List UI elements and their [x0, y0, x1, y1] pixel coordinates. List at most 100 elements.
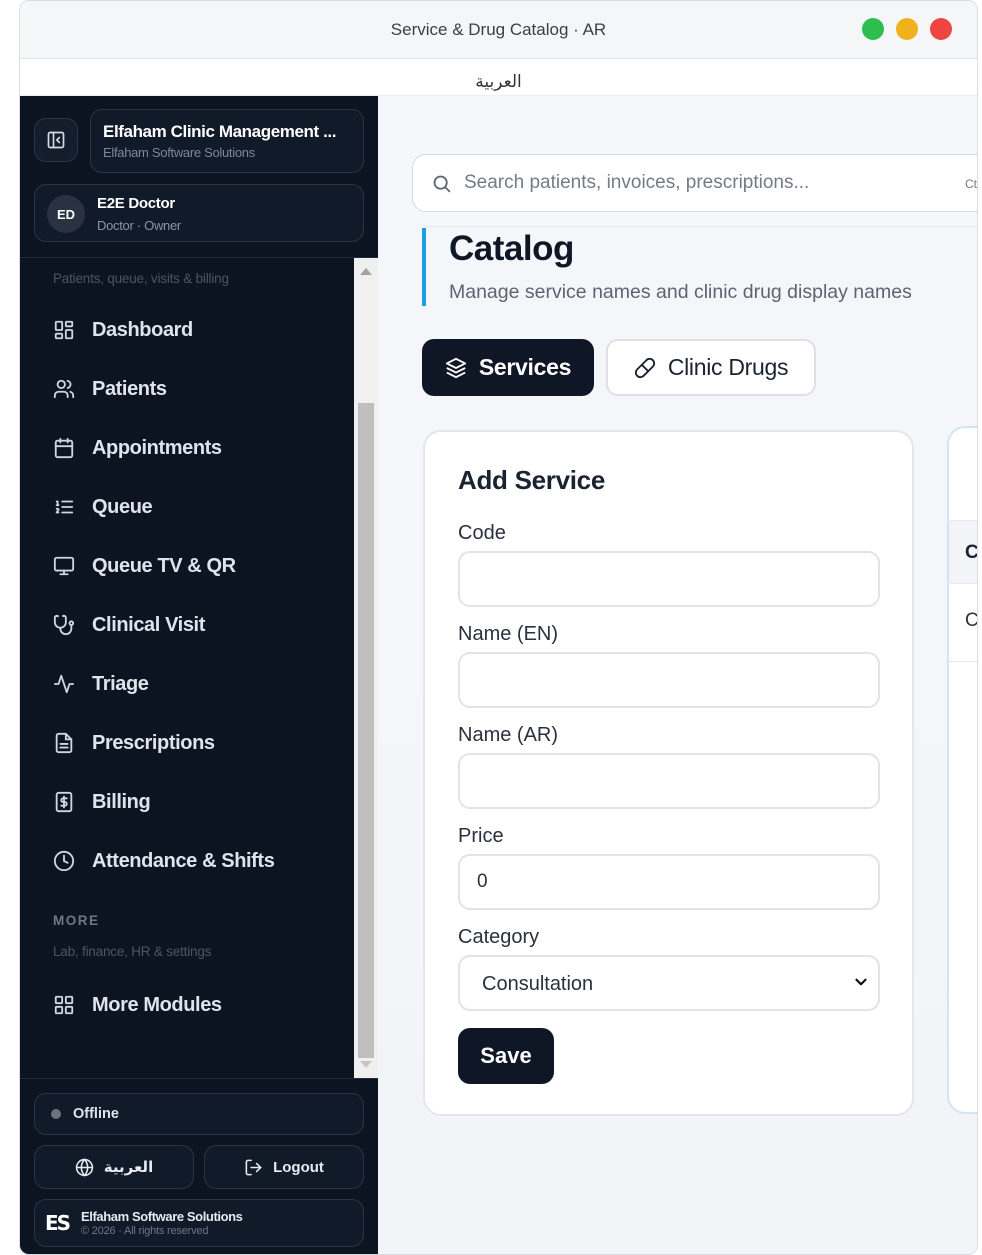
sidebar-item-label: Queue TV & QR — [92, 554, 236, 577]
connection-status: Offline — [34, 1093, 364, 1135]
code-label: Code — [458, 522, 506, 544]
save-button[interactable]: Save — [458, 1028, 554, 1084]
stethoscope-icon — [52, 613, 76, 637]
sidebar-item-more-modules[interactable]: More Modules — [40, 981, 340, 1029]
sidebar-item-label: Clinical Visit — [92, 613, 205, 636]
sidebar-item-appointments[interactable]: Appointments — [40, 424, 340, 472]
tab-label: Clinic Drugs — [667, 354, 789, 380]
tab-clinic-drugs[interactable]: Clinic Drugs — [606, 339, 816, 396]
price-label: Price — [458, 825, 504, 847]
minimize-button[interactable] — [896, 18, 918, 40]
maximize-button[interactable] — [862, 18, 884, 40]
add-service-card: Add Service Code Name (EN) Name (AR) Pri… — [423, 430, 914, 1116]
window-title: Service & Drug Catalog · AR — [390, 20, 607, 39]
sidebar-item-queue-tv[interactable]: Queue TV & QR — [40, 542, 340, 590]
sidebar-item-prescriptions[interactable]: Prescriptions — [40, 719, 340, 767]
logout-button[interactable]: Logout — [204, 1145, 364, 1189]
name-en-label: Name (EN) — [458, 623, 559, 645]
category-select[interactable]: Consultation — [458, 955, 880, 1011]
name-en-field[interactable] — [458, 652, 880, 708]
sidebar-item-label: Queue — [92, 495, 153, 518]
header-divider — [424, 226, 977, 227]
sidebar-item-label: Triage — [92, 672, 149, 695]
user-name: E2E Doctor — [97, 195, 175, 212]
name-ar-label: Name (AR) — [458, 724, 559, 746]
main-content: Ct Catalog Manage service names and clin… — [378, 96, 978, 1254]
name-ar-field[interactable] — [458, 753, 880, 809]
panel-left-icon — [47, 131, 65, 149]
grid-icon — [52, 993, 76, 1017]
section-heading-more: MORE — [53, 913, 100, 928]
price-field[interactable] — [458, 854, 880, 910]
brand-subtitle: Elfaham Software Solutions — [103, 145, 255, 160]
sidebar-scrollbar[interactable] — [354, 258, 378, 1078]
chevron-down-icon — [855, 978, 867, 986]
table-header: C — [949, 520, 978, 584]
globe-icon — [75, 1157, 93, 1177]
sidebar-footer: Offline العربية Logout ES Elfaham Softwa… — [20, 1078, 378, 1254]
sidebar-item-billing[interactable]: Billing — [40, 778, 340, 826]
sidebar-item-dashboard[interactable]: Dashboard — [40, 306, 340, 354]
company-logo: ES — [45, 1211, 71, 1235]
search-icon — [433, 175, 451, 192]
sidebar-item-label: Attendance & Shifts — [92, 849, 275, 872]
table-cell: C — [965, 610, 978, 631]
sidebar-collapse-button[interactable] — [34, 118, 78, 162]
user-card[interactable]: ED E2E Doctor Doctor · Owner — [34, 184, 364, 242]
category-label: Category — [458, 926, 540, 948]
tab-services[interactable]: Services — [422, 339, 594, 396]
language-bar: العربية — [20, 59, 977, 96]
page-subtitle: Manage service names and clinic drug dis… — [449, 281, 912, 303]
footer-brand: ES Elfaham Software Solutions © 2026 · A… — [34, 1199, 364, 1247]
users-icon — [52, 377, 76, 401]
grid-icon — [52, 318, 76, 342]
app-window: Service & Drug Catalog · AR العربية Elfa… — [19, 0, 978, 1255]
card-title: Add Service — [458, 465, 605, 495]
search-input[interactable] — [464, 172, 944, 194]
sidebar-item-label: Appointments — [92, 436, 222, 459]
company-name: Elfaham Software Solutions — [81, 1209, 243, 1224]
language-toggle-button[interactable]: العربية — [34, 1145, 194, 1189]
list-ordered-icon — [52, 495, 76, 519]
tab-label: Services — [478, 354, 572, 380]
table-row[interactable]: C — [949, 584, 978, 662]
monitor-icon — [52, 554, 76, 578]
global-search[interactable]: Ct — [412, 154, 977, 212]
sidebar-item-label: Billing — [92, 790, 151, 813]
scrollbar-thumb[interactable] — [358, 403, 374, 1058]
sidebar-item-clinical-visit[interactable]: Clinical Visit — [40, 601, 340, 649]
sidebar-item-label: Patients — [92, 377, 167, 400]
calendar-icon — [52, 436, 76, 460]
brand-name: Elfaham Clinic Management ... — [103, 122, 337, 141]
category-value: Consultation — [482, 973, 594, 995]
sidebar-item-label: Prescriptions — [92, 731, 215, 754]
sidebar-item-label: More Modules — [92, 993, 222, 1016]
sidebar: Elfaham Clinic Management ... Elfaham So… — [20, 96, 378, 1254]
services-list-card: C C — [947, 426, 978, 1114]
sidebar-item-triage[interactable]: Triage — [40, 660, 340, 708]
sidebar-item-label: Dashboard — [92, 318, 193, 341]
language-label: العربية — [475, 72, 522, 92]
scroll-down-icon[interactable] — [360, 1061, 372, 1068]
code-field[interactable] — [458, 551, 880, 607]
avatar: ED — [47, 195, 85, 233]
status-dot-icon — [51, 1109, 61, 1119]
sidebar-item-patients[interactable]: Patients — [40, 365, 340, 413]
brand-card[interactable]: Elfaham Clinic Management ... Elfaham So… — [90, 109, 364, 173]
copyright: © 2026 · All rights reserved — [81, 1225, 209, 1237]
language-button-label: العربية — [103, 1158, 154, 1176]
table-header-cell: C — [965, 542, 978, 563]
title-bar: Service & Drug Catalog · AR — [20, 1, 977, 59]
page-title: Catalog — [449, 229, 574, 268]
pill-icon — [634, 357, 655, 378]
sidebar-item-queue[interactable]: Queue — [40, 483, 340, 531]
scroll-up-icon[interactable] — [360, 268, 372, 275]
status-label: Offline — [73, 1106, 119, 1122]
receipt-icon — [52, 790, 76, 814]
file-text-icon — [52, 731, 76, 755]
search-shortcut-hint: Ct — [965, 177, 977, 191]
user-role: Doctor · Owner — [97, 218, 181, 233]
sidebar-item-attendance[interactable]: Attendance & Shifts — [40, 837, 340, 885]
close-button[interactable] — [930, 18, 952, 40]
section-hint: Lab, finance, HR & settings — [53, 944, 212, 959]
